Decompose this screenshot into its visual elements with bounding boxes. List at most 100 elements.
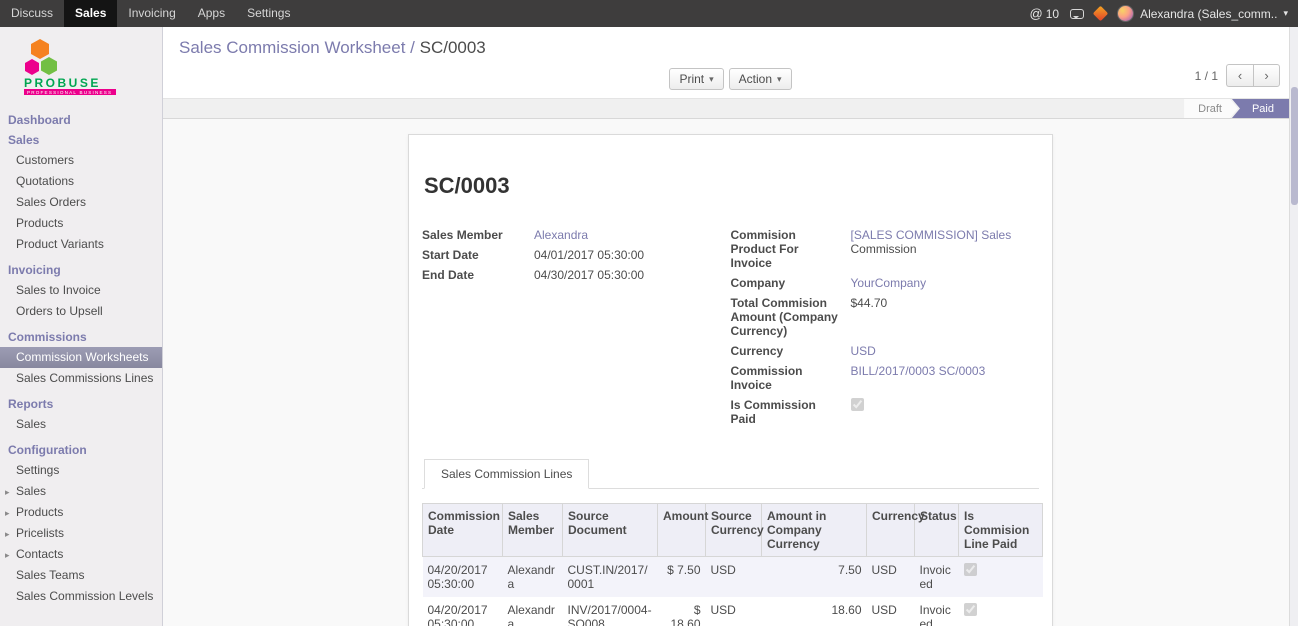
user-menu[interactable]: Alexandra (Sales_comm.. ▾	[1117, 5, 1288, 22]
cell-source-document: INV/2017/0004-SO008	[563, 597, 658, 626]
print-button-label: Print	[679, 72, 704, 86]
sidebar-item-config-sales[interactable]: ▸Sales	[0, 481, 162, 502]
status-step-draft[interactable]: Draft	[1184, 99, 1238, 118]
expand-arrow-icon[interactable]: ▸	[5, 527, 10, 542]
menu-apps[interactable]: Apps	[187, 0, 236, 27]
field-label-sales-member: Sales Member	[422, 225, 534, 245]
scrollbar-thumb[interactable]	[1291, 87, 1298, 205]
sidebar-item-products[interactable]: Products	[0, 213, 162, 234]
sidebar-item-label: Customers	[16, 153, 74, 167]
sidebar-item-sales-to-invoice[interactable]: Sales to Invoice	[0, 280, 162, 301]
field-value-commission-invoice[interactable]: BILL/2017/0003 SC/0003	[851, 364, 986, 378]
sidebar-item-label: Product Variants	[16, 237, 104, 251]
notification-icon[interactable]	[1093, 6, 1109, 22]
cell-commission-date: 04/20/2017 05:30:00	[423, 597, 503, 626]
col-header-currency[interactable]: Currency	[867, 504, 915, 557]
record-title: SC/0003	[424, 173, 1039, 199]
col-header-sales-member[interactable]: Sales Member	[503, 504, 563, 557]
main-menus: Discuss Sales Invoicing Apps Settings	[0, 0, 301, 27]
field-label-start-date: Start Date	[422, 245, 534, 265]
sidebar-item-dashboard[interactable]: Dashboard	[0, 110, 162, 130]
commission-lines-table: Commission Date Sales Member Source Docu…	[422, 503, 1043, 626]
table-header-row: Commission Date Sales Member Source Docu…	[423, 504, 1043, 557]
sidebar-item-label: Contacts	[16, 547, 63, 561]
field-value-currency[interactable]: USD	[851, 344, 876, 358]
expand-arrow-icon[interactable]: ▸	[5, 485, 10, 500]
breadcrumb-parent-link[interactable]: Sales Commission Worksheet /	[179, 38, 415, 57]
messages-icon[interactable]	[1070, 9, 1084, 19]
pager-next-button[interactable]: ›	[1253, 64, 1280, 87]
action-button-label: Action	[739, 72, 772, 86]
field-label-end-date: End Date	[422, 265, 534, 285]
expand-arrow-icon[interactable]: ▸	[5, 548, 10, 563]
col-header-status[interactable]: Status	[915, 504, 959, 557]
col-header-source-document[interactable]: Source Document	[563, 504, 658, 557]
sidebar-section-sales[interactable]: Sales	[0, 130, 162, 150]
statusbar: Draft Paid	[163, 98, 1298, 119]
sidebar-item-label: Settings	[16, 463, 59, 477]
sidebar-item-sales-orders[interactable]: Sales Orders	[0, 192, 162, 213]
field-value-total-commission: $44.70	[851, 296, 888, 310]
cell-company-amount: 7.50	[762, 557, 867, 598]
action-button[interactable]: Action ▾	[729, 68, 792, 90]
caret-down-icon: ▾	[777, 74, 782, 85]
menu-discuss[interactable]: Discuss	[0, 0, 64, 27]
sidebar-item-sales-commission-levels[interactable]: Sales Commission Levels	[0, 586, 162, 607]
col-header-amount-company-currency[interactable]: Amount in Company Currency	[762, 504, 867, 557]
field-label-currency: Currency	[731, 341, 851, 361]
pager-value: 1 / 1	[1195, 69, 1218, 83]
field-value-commission-product-rest: Commission	[851, 242, 917, 256]
cell-source-document: CUST.IN/2017/0001	[563, 557, 658, 598]
sidebar-item-sales-commissions-lines[interactable]: Sales Commissions Lines	[0, 368, 162, 389]
status-step-paid[interactable]: Paid	[1232, 99, 1290, 118]
mentions-counter[interactable]: @ 10	[1030, 6, 1060, 21]
sidebar-section-configuration[interactable]: Configuration	[0, 440, 162, 460]
logo-title: PROBUSE	[24, 76, 101, 90]
sidebar-item-contacts[interactable]: ▸ Contacts	[0, 544, 162, 565]
field-value-commission-product-link[interactable]: [SALES COMMISSION] Sales	[851, 228, 1012, 242]
sidebar-item-product-variants[interactable]: Product Variants	[0, 234, 162, 255]
expand-arrow-icon[interactable]: ▸	[5, 506, 10, 521]
col-header-amount[interactable]: Amount	[658, 504, 706, 557]
field-label-total-commission: Total Commision Amount (Company Currency…	[731, 293, 851, 341]
sidebar-item-sales-teams[interactable]: Sales Teams	[0, 565, 162, 586]
tab-sales-commission-lines[interactable]: Sales Commission Lines	[424, 459, 589, 489]
col-header-source-currency[interactable]: Source Currency	[706, 504, 762, 557]
is-commission-paid-checkbox	[851, 398, 864, 411]
breadcrumb-current: SC/0003	[420, 38, 486, 57]
menu-settings[interactable]: Settings	[236, 0, 301, 27]
vertical-scrollbar[interactable]	[1289, 27, 1298, 626]
avatar	[1117, 5, 1134, 22]
sidebar-section-commissions[interactable]: Commissions	[0, 327, 162, 347]
sidebar-item-orders-to-upsell[interactable]: Orders to Upsell	[0, 301, 162, 322]
sidebar-item-quotations[interactable]: Quotations	[0, 171, 162, 192]
menu-invoicing[interactable]: Invoicing	[117, 0, 186, 27]
field-value-sales-member[interactable]: Alexandra	[534, 228, 588, 242]
sidebar-item-label: Products	[16, 216, 63, 230]
cell-currency: USD	[867, 597, 915, 626]
table-row[interactable]: 04/20/2017 05:30:00 Alexandra INV/2017/0…	[423, 597, 1043, 626]
control-panel: Sales Commission Worksheet / SC/0003 Pri…	[163, 27, 1298, 98]
sidebar-item-config-products[interactable]: ▸ Products	[0, 502, 162, 523]
col-header-commission-date[interactable]: Commission Date	[423, 504, 503, 557]
sidebar-item-reports-sales[interactable]: Sales	[0, 414, 162, 435]
sidebar-item-label: Sales Commissions Lines	[16, 371, 153, 385]
sidebar-section-reports[interactable]: Reports	[0, 394, 162, 414]
sidebar-item-label: Products	[16, 505, 63, 519]
sidebar-item-commission-worksheets[interactable]: Commission Worksheets	[0, 347, 162, 368]
sidebar-item-customers[interactable]: Customers	[0, 150, 162, 171]
pager-previous-button[interactable]: ‹	[1226, 64, 1253, 87]
cell-currency: USD	[867, 557, 915, 598]
sidebar-item-label: Sales Teams	[16, 568, 84, 582]
table-row[interactable]: 04/20/2017 05:30:00 Alexandra CUST.IN/20…	[423, 557, 1043, 598]
field-value-company[interactable]: YourCompany	[851, 276, 927, 290]
probuse-logo-graphic: PROBUSE PROFESSIONAL BUSINESS	[22, 37, 132, 95]
sidebar-item-label: Pricelists	[16, 526, 64, 540]
sidebar-item-settings[interactable]: Settings	[0, 460, 162, 481]
print-button[interactable]: Print ▾	[669, 68, 723, 90]
cell-sales-member: Alexandra	[503, 557, 563, 598]
menu-sales[interactable]: Sales	[64, 0, 117, 27]
sidebar-item-pricelists[interactable]: ▸ Pricelists	[0, 523, 162, 544]
sidebar-section-invoicing[interactable]: Invoicing	[0, 260, 162, 280]
col-header-is-commission-line-paid[interactable]: Is Commision Line Paid	[959, 504, 1043, 557]
